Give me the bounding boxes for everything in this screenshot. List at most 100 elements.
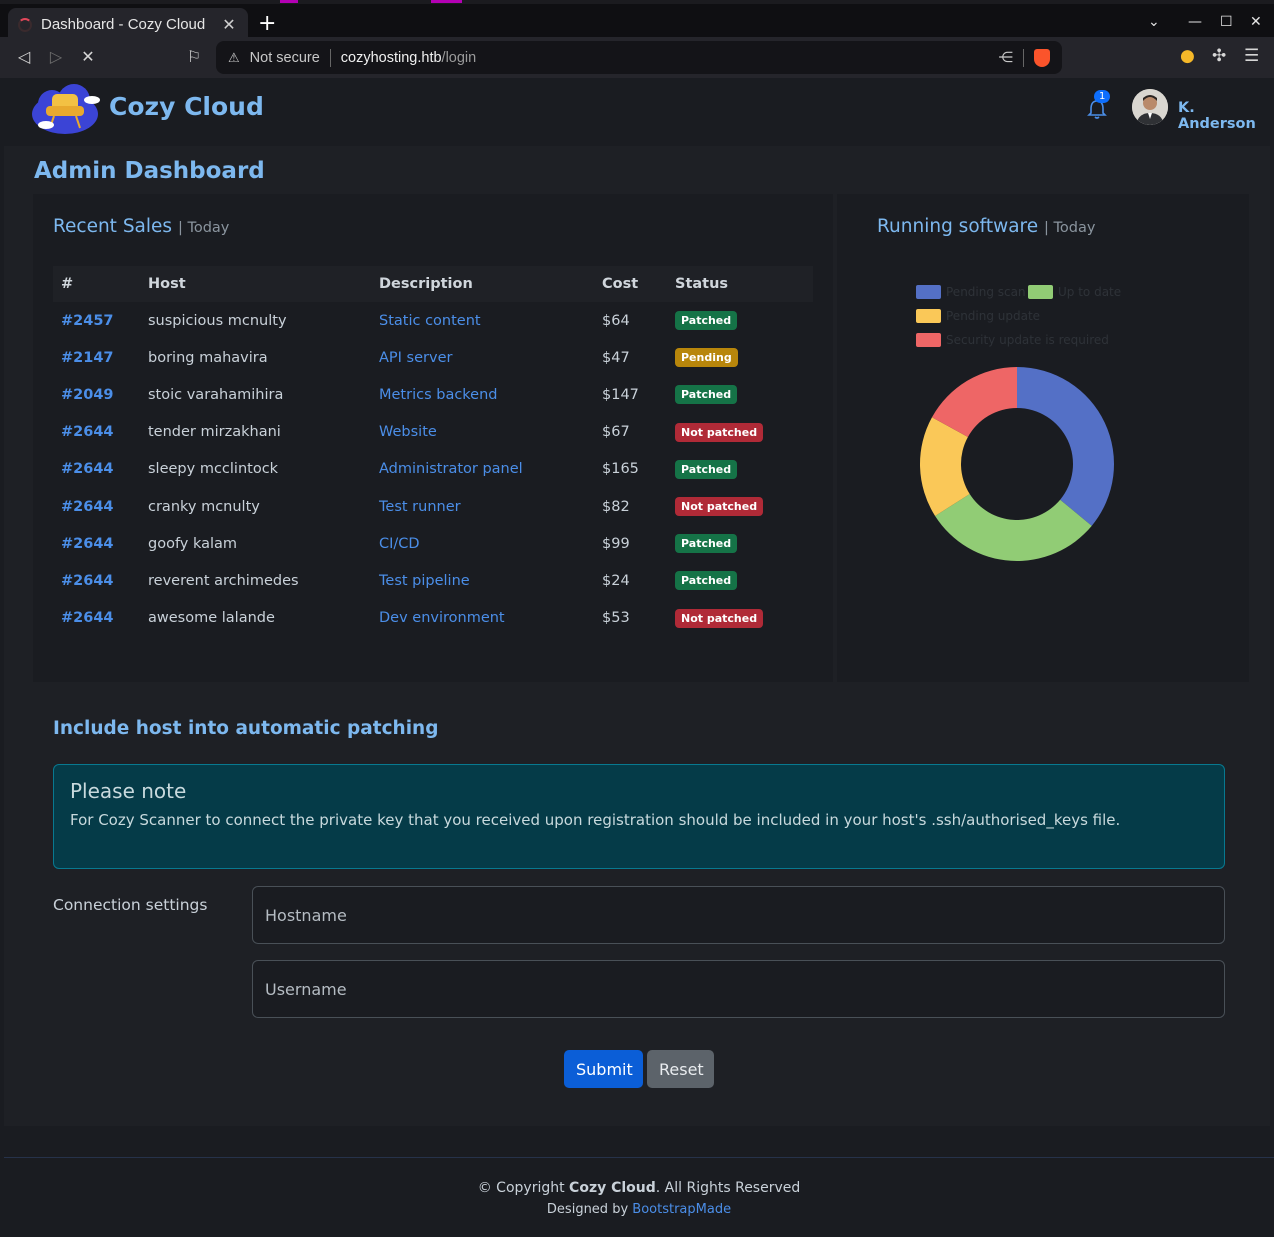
column-header[interactable]: Description <box>371 266 594 302</box>
legend-swatch <box>916 309 941 323</box>
sale-id-link[interactable]: #2644 <box>53 451 140 488</box>
extension-icon[interactable]: ● <box>1180 46 1195 66</box>
tab-accent <box>280 0 298 3</box>
status-cell: Patched <box>667 562 813 599</box>
back-icon[interactable]: ◁ <box>14 47 34 66</box>
cost-cell: $82 <box>602 498 630 515</box>
host-cell: sleepy mcclintock <box>148 461 279 478</box>
tab-accent <box>431 0 462 3</box>
host-cell: awesome lalande <box>148 610 275 627</box>
cost-cell: $53 <box>602 610 630 627</box>
legend-label: Pending scan <box>946 285 1026 299</box>
bookmark-icon[interactable]: ⚐ <box>184 47 204 66</box>
legend-swatch <box>916 285 941 299</box>
legend-swatch <box>1028 285 1053 299</box>
sale-id-link[interactable]: #2644 <box>53 488 140 525</box>
sale-id-link[interactable]: #2457 <box>53 302 140 339</box>
description-link[interactable]: Test runner <box>371 488 594 525</box>
description-link[interactable]: API server <box>371 339 594 376</box>
copyright-suffix: . All Rights Reserved <box>655 1180 801 1196</box>
copyright-line: © Copyright Cozy Cloud. All Rights Reser… <box>4 1180 1274 1196</box>
tab-list-chevron-icon[interactable]: ⌄ <box>1148 14 1160 30</box>
legend-label: Security update is required <box>946 333 1109 347</box>
share-icon[interactable]: ⋲ <box>999 50 1014 66</box>
table-row: #2147 boring mahavira API server $47 Pending <box>53 339 813 376</box>
tab-close-icon[interactable]: ✕ <box>220 15 238 34</box>
tab-title: Dashboard - Cozy Cloud <box>41 16 206 33</box>
cost-cell: $24 <box>602 572 630 589</box>
table-row: #2644 cranky mcnulty Test runner $82 Not pat… <box>53 488 813 525</box>
status-badge: Patched <box>675 385 738 405</box>
sale-id-link[interactable]: #2644 <box>53 414 140 451</box>
status-badge: Not patched <box>675 608 764 628</box>
recent-sales-title: Recent Sales | Today <box>53 216 229 237</box>
cozy-cloud-logo-icon[interactable] <box>30 80 100 136</box>
window-close-icon[interactable]: ✕ <box>1250 14 1262 30</box>
donut-slice-0[interactable] <box>1017 367 1114 526</box>
new-tab-button[interactable]: + <box>258 13 276 35</box>
address-bar: ◁ ▷ ✕ ⚐ ⚠ Not secure cozyhosting.htb /lo… <box>0 37 1274 78</box>
table-header-row: # Host Description Cost Status <box>53 266 813 302</box>
status-cell: Pending <box>667 339 813 376</box>
minimize-icon[interactable]: — <box>1188 14 1202 30</box>
url-field[interactable]: ⚠ Not secure cozyhosting.htb /login ⋲ <box>216 41 1062 74</box>
sale-id-link[interactable]: #2147 <box>53 339 140 376</box>
running-software-card: Running software | Today Pending scan Up… <box>837 194 1249 682</box>
legend-label: Up to date <box>1058 285 1122 299</box>
sale-id-link[interactable]: #2644 <box>53 600 140 637</box>
username-input[interactable] <box>252 960 1225 1018</box>
legend-item[interactable]: Security update is required <box>916 333 1109 347</box>
description-link[interactable]: Metrics backend <box>371 376 594 413</box>
maximize-icon[interactable]: ☐ <box>1220 14 1233 30</box>
sale-id-link[interactable]: #2049 <box>53 376 140 413</box>
reset-button[interactable]: Reset <box>647 1050 714 1088</box>
host-cell: boring mahavira <box>148 349 268 366</box>
patching-title: Include host into automatic patching <box>53 718 439 739</box>
legend-item[interactable]: Pending update <box>916 309 1040 323</box>
url-host: cozyhosting.htb <box>340 49 442 66</box>
loading-spinner-icon <box>18 17 32 32</box>
status-badge: Not patched <box>675 422 764 442</box>
column-header[interactable]: Cost <box>594 266 667 302</box>
description-link[interactable]: Dev environment <box>371 600 594 637</box>
sale-id-link[interactable]: #2644 <box>53 525 140 562</box>
status-badge: Patched <box>675 534 738 554</box>
designer-link[interactable]: BootstrapMade <box>632 1202 731 1217</box>
avatar[interactable] <box>1132 89 1168 125</box>
legend-item[interactable]: Pending scan <box>916 285 1026 299</box>
table-row: #2644 reverent archimedes Test pipeline $24… <box>53 562 813 599</box>
description-link[interactable]: Test pipeline <box>371 562 594 599</box>
copyright-brand: Cozy Cloud <box>569 1180 656 1196</box>
hostname-input[interactable] <box>252 886 1225 944</box>
footer-divider <box>4 1157 1274 1158</box>
legend-item[interactable]: Up to date <box>1028 285 1121 299</box>
menu-icon[interactable]: ☰ <box>1244 46 1259 66</box>
designed-by-label: Designed by <box>546 1202 629 1217</box>
forward-icon[interactable]: ▷ <box>46 47 66 66</box>
note-text: For Cozy Scanner to connect the private … <box>70 811 1121 829</box>
cost-cell: $47 <box>602 349 630 366</box>
column-header[interactable]: Host <box>140 266 371 302</box>
brand-name[interactable]: Cozy Cloud <box>109 92 264 121</box>
table-row: #2644 awesome lalande Dev environment $53 No… <box>53 600 813 637</box>
note-heading: Please note <box>70 779 187 803</box>
url-path: /login <box>441 49 477 66</box>
column-header[interactable]: # <box>53 266 140 302</box>
description-link[interactable]: Administrator panel <box>371 451 594 488</box>
host-cell: stoic varahamihira <box>148 386 284 403</box>
cost-cell: $165 <box>602 461 639 478</box>
user-name[interactable]: K. Anderson <box>1178 100 1274 132</box>
cost-cell: $99 <box>602 535 630 552</box>
stop-loading-icon[interactable]: ✕ <box>78 47 98 66</box>
column-header[interactable]: Status <box>667 266 813 302</box>
description-link[interactable]: Website <box>371 414 594 451</box>
submit-button[interactable]: Submit <box>564 1050 643 1088</box>
table-row: #2049 stoic varahamihira Metrics backend $1… <box>53 376 813 413</box>
description-link[interactable]: Static content <box>371 302 594 339</box>
puzzle-extensions-icon[interactable]: ✣ <box>1212 46 1226 66</box>
status-cell: Not patched <box>667 414 813 451</box>
description-link[interactable]: CI/CD <box>371 525 594 562</box>
brave-shield-icon[interactable] <box>1034 48 1050 67</box>
sale-id-link[interactable]: #2644 <box>53 562 140 599</box>
designed-by-line: Designed by BootstrapMade <box>4 1202 1274 1217</box>
